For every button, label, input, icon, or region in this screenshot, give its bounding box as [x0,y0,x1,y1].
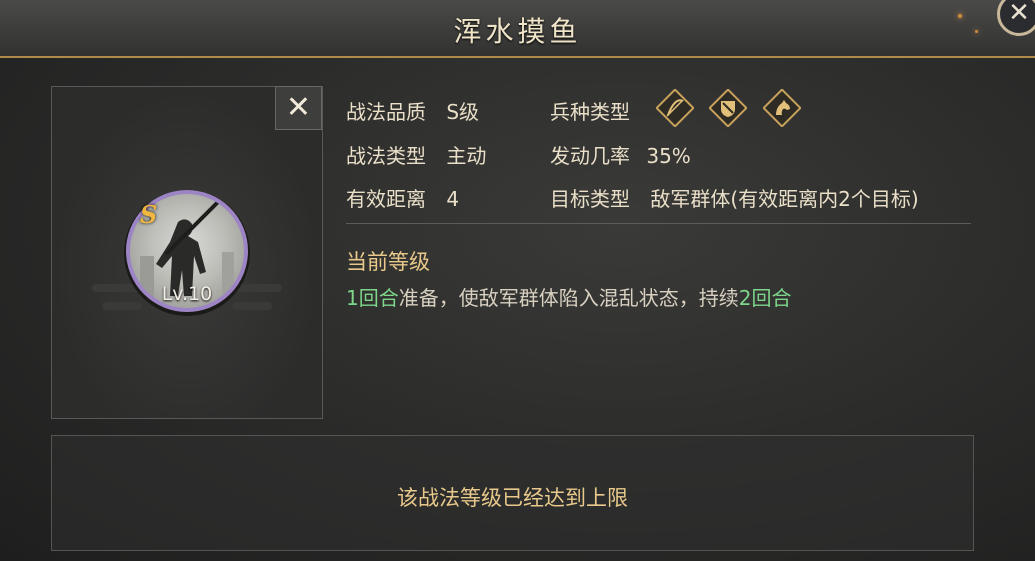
rank-badge: S [140,200,158,229]
chance-value: 35% [646,144,691,168]
panel-close-button[interactable]: ✕ [275,86,322,130]
desc-text: 准备，使敌军群体陷入混乱状态，持续 [398,286,739,310]
max-level-message: 该战法等级已经达到上限 [397,486,628,510]
divider [346,223,971,224]
title-bar: 浑水摸鱼 [0,0,1035,58]
quality-label: 战法品质 [346,100,426,124]
target-label: 目标类型 [550,187,630,211]
type-row: 战法类型 主动 [346,140,486,169]
archer-icon [656,89,694,127]
page-title: 浑水摸鱼 [453,15,582,48]
chance-label: 发动几率 [550,144,630,168]
ember-decoration [975,30,978,33]
desc-highlight: 2回合 [738,286,792,310]
target-row: 目标类型 敌军群体(有效距离内2个目标) [550,183,919,212]
close-icon: ✕ [285,90,312,125]
close-icon: ✕ [1008,0,1030,28]
target-value: 敌军群体(有效距离内2个目标) [650,187,919,211]
skill-description: 1回合准备，使敌军群体陷入混乱状态，持续2回合 [346,282,791,311]
current-level-title: 当前等级 [346,250,430,274]
chance-row: 发动几率 35% [550,140,691,169]
shield-icon [709,89,747,127]
quality-row: 战法品质 S级 [346,96,479,125]
desc-highlight: 1回合 [346,286,399,310]
quality-value: S级 [446,100,480,124]
troop-type-label: 兵种类型 [550,100,630,124]
type-value: 主动 [446,144,487,168]
skill-level: Lv.10 [161,283,213,305]
range-row: 有效距离 4 [346,183,459,212]
cavalry-icon [763,89,801,127]
ember-decoration [958,14,962,18]
type-label: 战法类型 [346,144,426,168]
range-value: 4 [446,187,460,211]
range-label: 有效距离 [346,187,426,211]
